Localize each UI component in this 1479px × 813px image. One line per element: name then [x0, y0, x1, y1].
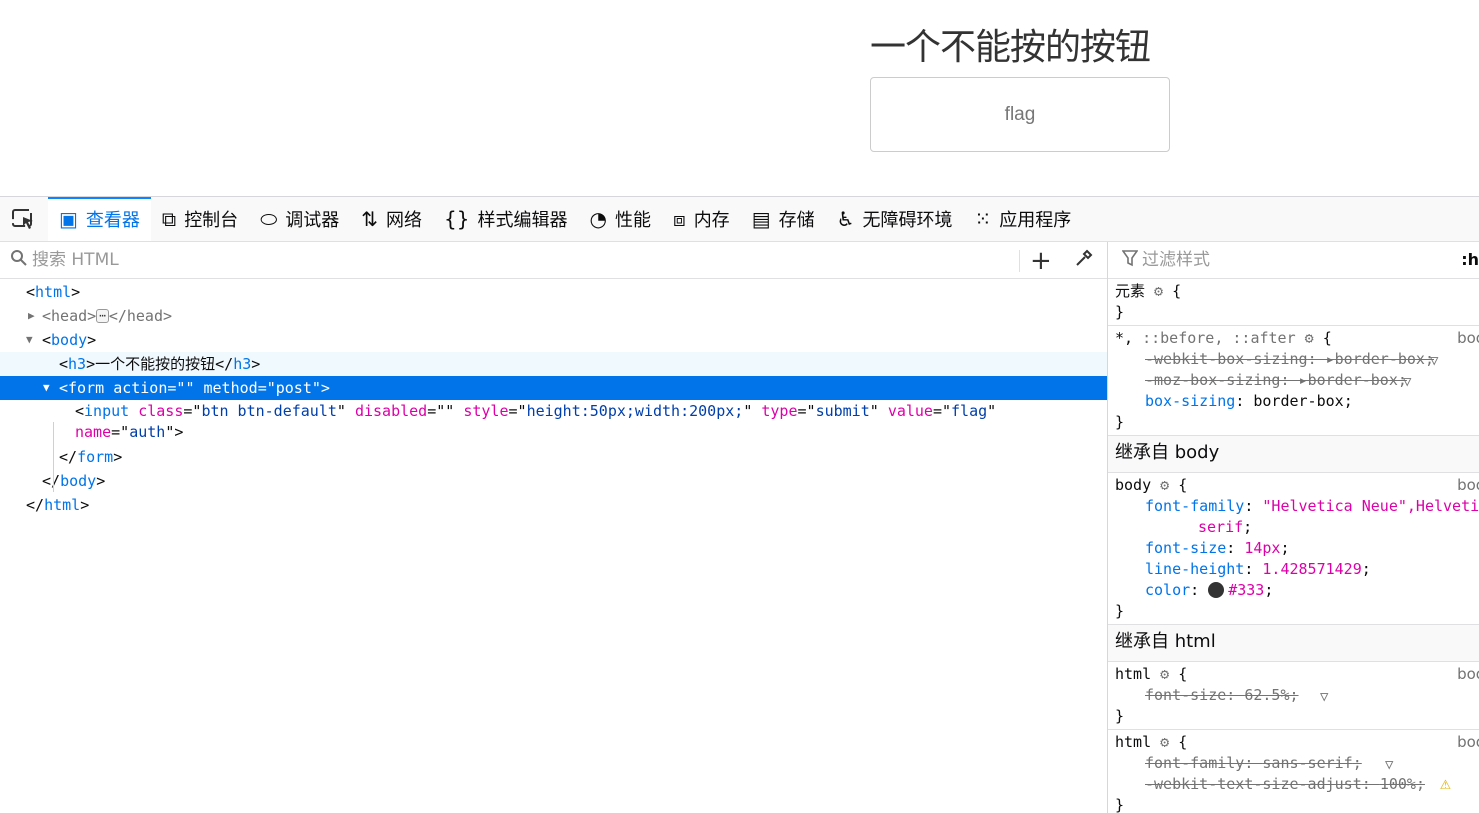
node-body-close[interactable]: </body>: [0, 469, 1107, 493]
page-heading: 一个不能按的按钮: [870, 27, 1151, 68]
element-picker-button[interactable]: [0, 197, 48, 241]
gear-icon[interactable]: ⚙: [1305, 329, 1314, 347]
tab-label: 应用程序: [999, 210, 1072, 231]
tree-guide-line: [53, 422, 54, 492]
tab-label: 无障碍环境: [862, 210, 953, 231]
inherited-header-html: 继承自 html: [1108, 625, 1479, 662]
style-filter-bar: :h: [1108, 242, 1479, 279]
tab-label: 控制台: [184, 210, 239, 231]
tab-label: 样式编辑器: [477, 210, 568, 231]
tab-application[interactable]: ⁙ 应用程序: [964, 197, 1083, 241]
inspector-icon: ▣: [59, 207, 78, 231]
storage-icon: ▤: [751, 207, 771, 231]
filter-icon[interactable]: ▽: [1320, 687, 1328, 708]
color-swatch[interactable]: [1208, 582, 1225, 598]
rule-source-link[interactable]: boo: [1457, 328, 1479, 349]
rule-element: 元素 ⚙ { }: [1108, 279, 1479, 326]
devtools-tabs: ▣ 查看器 ⧉ 控制台 ⬭ 调试器 ⇅ 网络 {} 样式编辑器 ◔ 性能 ⧈ 内存 ▤ 存储 ♿ 无障碍环境 ⁙ 应用…: [48, 197, 1082, 241]
tab-debugger[interactable]: ⬭ 调试器: [249, 197, 350, 241]
filter-icon[interactable]: ▽: [1403, 372, 1411, 393]
node-body[interactable]: ▼ <body>: [0, 328, 1107, 352]
rule-source-link[interactable]: boo: [1457, 664, 1479, 685]
node-html-close[interactable]: </html>: [0, 493, 1107, 517]
expand-arrow-icon[interactable]: ▶: [28, 304, 35, 328]
warning-icon[interactable]: ⚠: [1440, 773, 1451, 794]
debugger-icon: ⬭: [260, 207, 278, 231]
rule-html-2: html ⚙ {boo font-family: sans-serif;▽ -w…: [1108, 730, 1479, 813]
rule-body: body ⚙ {boo font-family: "Helvetica Neue…: [1108, 473, 1479, 625]
tab-storage[interactable]: ▤ 存储: [741, 197, 826, 241]
node-head[interactable]: ▶ <head> ⋯ </head>: [0, 304, 1107, 328]
filter-icon[interactable]: ▽: [1430, 351, 1438, 372]
rules-pane: :h 元素 ⚙ { } *, ::before, ::after ⚙ {boo …: [1108, 242, 1479, 813]
tab-performance[interactable]: ◔ 性能: [579, 197, 662, 241]
tab-label: 调试器: [285, 210, 340, 231]
network-icon: ⇅: [361, 207, 379, 231]
gear-icon[interactable]: ⚙: [1154, 282, 1163, 300]
node-h3[interactable]: <h3>一个不能按的按钮</h3>: [0, 352, 1107, 376]
ellipsis-badge[interactable]: ⋯: [96, 309, 109, 323]
inherited-header-body: 继承自 body: [1108, 436, 1479, 473]
pseudo-class-toggle[interactable]: :h: [1461, 250, 1479, 269]
tab-label: 性能: [614, 210, 651, 231]
html-search-input[interactable]: [32, 250, 992, 270]
filter-icon: [1121, 249, 1139, 271]
gear-icon[interactable]: ⚙: [1160, 476, 1169, 494]
search-icon: [10, 249, 28, 272]
markup-tree: <html> ▶ <head> ⋯ </head> ▼ <body> <h3>一个不能按…: [0, 279, 1107, 517]
memory-icon: ⧈: [672, 207, 686, 231]
devtools-panel: ▣ 查看器 ⧉ 控制台 ⬭ 调试器 ⇅ 网络 {} 样式编辑器 ◔ 性能 ⧈ 内存 ▤ 存储 ♿ 无障碍环境 ⁙ 应用…: [0, 196, 1479, 813]
divider: [1019, 250, 1020, 272]
rules-list: 元素 ⚙ { } *, ::before, ::after ⚙ {boo -we…: [1108, 279, 1479, 813]
eyedropper-icon[interactable]: [1074, 248, 1094, 273]
rule-source-link[interactable]: boo: [1457, 475, 1479, 496]
rule-html-1: html ⚙ {boo font-size: 62.5%;▽ }: [1108, 662, 1479, 730]
devtools-toolbar: ▣ 查看器 ⧉ 控制台 ⬭ 调试器 ⇅ 网络 {} 样式编辑器 ◔ 性能 ⧈ 内存 ▤ 存储 ♿ 无障碍环境 ⁙ 应用…: [0, 197, 1479, 242]
node-form-close[interactable]: </form>: [0, 445, 1107, 469]
page-viewport: 一个不能按的按钮 flag: [0, 0, 1479, 196]
flag-button[interactable]: flag: [870, 77, 1170, 152]
node-html[interactable]: <html>: [0, 280, 1107, 304]
node-input[interactable]: <input class="btn btn-default" disabled=…: [0, 400, 1107, 445]
tab-accessibility[interactable]: ♿ 无障碍环境: [826, 197, 964, 241]
style-filter-input[interactable]: [1142, 250, 1442, 270]
markup-pane: + <html> ▶<head>⋯</head> ▼<body> <h3>一个不…: [0, 242, 1108, 813]
console-icon: ⧉: [161, 207, 177, 231]
tab-style-editor[interactable]: {} 样式编辑器: [433, 197, 578, 241]
element-picker-icon: [12, 209, 33, 229]
tab-label: 查看器: [85, 210, 140, 231]
collapse-arrow-icon[interactable]: ▼: [26, 328, 33, 352]
tab-network[interactable]: ⇅ 网络: [350, 197, 433, 241]
performance-icon: ◔: [589, 207, 607, 231]
application-icon: ⁙: [974, 207, 992, 231]
accessibility-icon: ♿: [836, 207, 855, 231]
rule-universal: *, ::before, ::after ⚙ {boo -webkit-box-…: [1108, 326, 1479, 436]
node-form-selected[interactable]: ▼ <form action="" method="post">: [0, 376, 1107, 400]
tab-label: 网络: [386, 210, 423, 231]
collapse-arrow-icon[interactable]: ▼: [43, 376, 50, 400]
tab-inspector[interactable]: ▣ 查看器: [48, 197, 151, 241]
tab-memory[interactable]: ⧈ 内存: [662, 197, 741, 241]
tab-console[interactable]: ⧉ 控制台: [151, 197, 249, 241]
tab-label: 存储: [778, 210, 815, 231]
rule-source-link[interactable]: boo: [1457, 732, 1479, 753]
add-node-icon[interactable]: +: [1030, 246, 1052, 276]
tab-label: 内存: [693, 210, 730, 231]
style-editor-icon: {}: [444, 207, 470, 231]
html-search-bar: +: [0, 242, 1107, 279]
gear-icon[interactable]: ⚙: [1160, 733, 1169, 751]
filter-icon[interactable]: ▽: [1385, 755, 1393, 776]
gear-icon[interactable]: ⚙: [1160, 665, 1169, 683]
